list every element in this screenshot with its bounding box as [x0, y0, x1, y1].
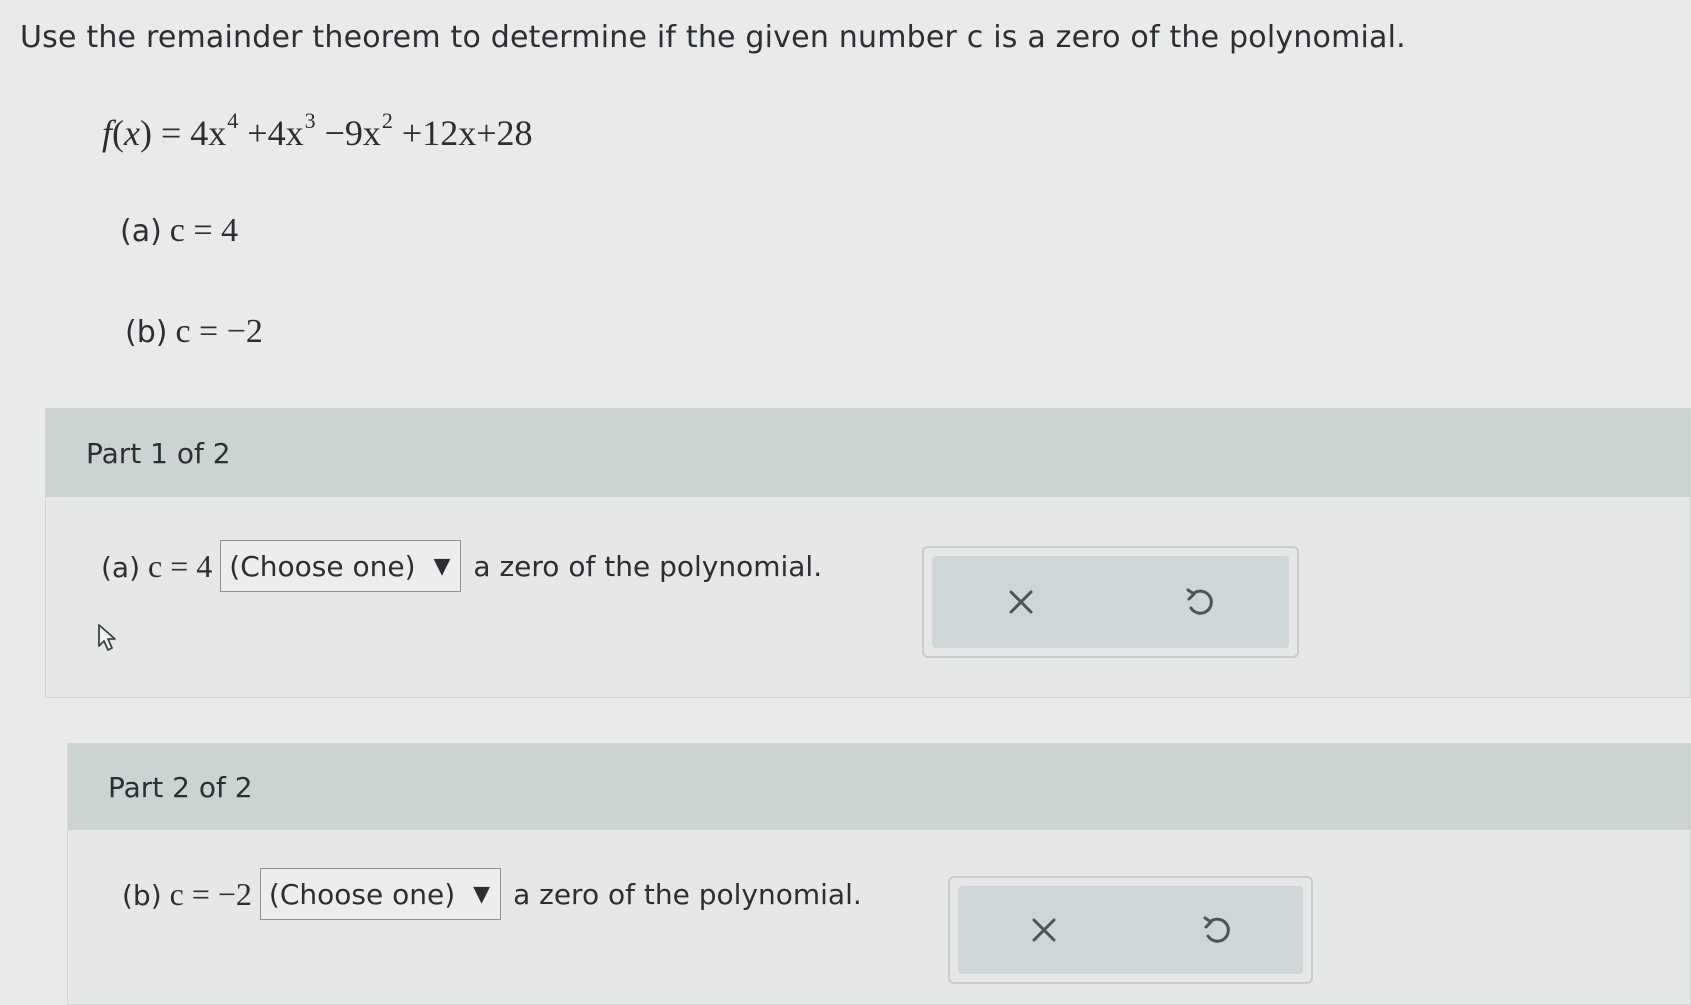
exponent-2: 3 — [304, 108, 316, 133]
given-b: (b) c = −2 — [125, 313, 263, 351]
part-1-select-value: (Choose one) — [229, 549, 416, 583]
part-2-actions — [948, 876, 1313, 984]
part-1-label: (a) — [101, 550, 141, 584]
part-2-label: (b) — [122, 878, 162, 912]
given-b-label: (b) — [125, 315, 168, 350]
part-2-select-value: (Choose one) — [268, 877, 456, 911]
given-a: (a) c = 4 — [120, 212, 238, 250]
triangle-down-icon: ▼ — [433, 553, 451, 579]
instructions-text: Use the remainder theorem to determine i… — [20, 20, 1406, 55]
exponent-1: 4 — [227, 108, 239, 133]
part-2-select[interactable]: (Choose one) ▼ — [259, 868, 502, 920]
given-a-label: (a) — [120, 214, 162, 249]
part-1-title: Part 1 of 2 — [86, 436, 231, 470]
part-1-value: c = 4 — [148, 547, 213, 584]
part-1-question: (a) c = 4 (Choose one) ▼ a zero of the p… — [101, 540, 822, 592]
undo-icon[interactable] — [1193, 906, 1241, 954]
given-a-value: c = 4 — [169, 212, 239, 249]
part-1-label-group: (a) c = 4 — [101, 548, 212, 585]
part-1-suffix: a zero of the polynomial. — [473, 549, 823, 583]
part-2-title: Part 2 of 2 — [108, 770, 253, 804]
term-4: +12x+28 — [401, 113, 533, 153]
triangle-down-icon: ▼ — [473, 881, 491, 907]
function-name: f — [102, 113, 113, 153]
given-b-value: c = −2 — [175, 313, 263, 350]
part-2-action-bar — [958, 886, 1303, 974]
term-1: 4x — [190, 113, 227, 153]
term-3: −9x — [324, 113, 381, 153]
part-2-header: Part 2 of 2 — [68, 744, 1690, 830]
term-2: +4x — [247, 113, 304, 153]
part-2-suffix: a zero of the polynomial. — [513, 877, 862, 911]
close-icon[interactable] — [997, 578, 1045, 626]
function-variable: x — [124, 113, 140, 153]
part-2-label-group: (b) c = −2 — [122, 876, 252, 913]
part-1-select[interactable]: (Choose one) ▼ — [220, 540, 462, 592]
part-1-header: Part 1 of 2 — [46, 409, 1690, 497]
polynomial-formula: f(x) = 4x4 +4x3 −9x2 +12x+28 — [102, 108, 533, 153]
part-1-action-bar — [932, 556, 1289, 648]
part-1-actions — [922, 546, 1299, 658]
exponent-3: 2 — [381, 108, 393, 133]
problem-page: Use the remainder theorem to determine i… — [0, 0, 1691, 1005]
part-2-question: (b) c = −2 (Choose one) ▼ a zero of the … — [122, 868, 862, 920]
part-2-value: c = −2 — [169, 875, 252, 912]
mouse-pointer-icon — [96, 622, 122, 658]
close-icon[interactable] — [1020, 906, 1068, 954]
undo-icon[interactable] — [1176, 578, 1224, 626]
